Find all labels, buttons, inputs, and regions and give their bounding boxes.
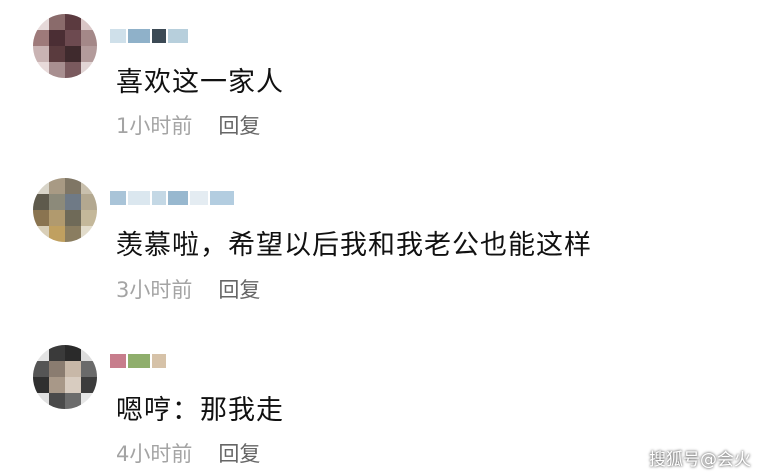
watermark: 搜狐号@会火 xyxy=(649,450,751,470)
username-blurred[interactable] xyxy=(110,352,166,370)
avatar-pixel xyxy=(65,361,81,377)
avatar-pixel xyxy=(65,345,81,361)
comment-3: 嗯哼：那我走 4小时前 回复 xyxy=(0,0,765,476)
avatar-pixel xyxy=(81,377,97,393)
avatar-pixel xyxy=(81,361,97,377)
avatar-pixel xyxy=(65,377,81,393)
avatar-pixel xyxy=(49,377,65,393)
username-pixel xyxy=(110,354,126,368)
avatar-pixel xyxy=(49,345,65,361)
username-pixel xyxy=(128,354,150,368)
comment-time: 4小时前 xyxy=(116,442,193,466)
reply-button[interactable]: 回复 xyxy=(218,438,260,468)
user-avatar[interactable] xyxy=(33,345,97,409)
avatar-pixel xyxy=(33,361,49,377)
avatar-pixel xyxy=(81,393,97,409)
comment-meta: 4小时前 回复 xyxy=(116,438,260,468)
avatar-pixel xyxy=(33,377,49,393)
avatar-pixel xyxy=(49,393,65,409)
comment-text: 嗯哼：那我走 xyxy=(116,395,284,426)
avatar-pixel xyxy=(81,345,97,361)
username-pixel xyxy=(152,354,166,368)
avatar-pixel xyxy=(49,361,65,377)
avatar-pixel xyxy=(33,393,49,409)
avatar-pixel xyxy=(65,393,81,409)
avatar-pixel xyxy=(33,345,49,361)
